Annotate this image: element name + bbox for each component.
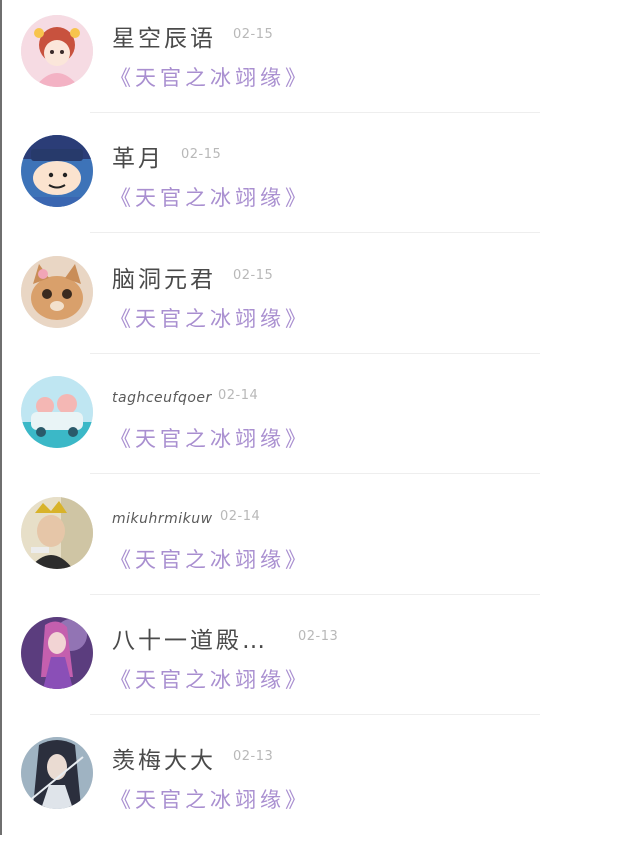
comment-list: 星空辰语 02-15 《天官之冰翊缘》 革月 02-15 《天官之冰翊缘》 脑洞… xyxy=(0,0,640,835)
divider xyxy=(90,232,540,233)
list-item[interactable]: 八十一道殿… 02-13 《天官之冰翊缘》 xyxy=(0,602,640,722)
user-name[interactable]: 脑洞元君 xyxy=(112,260,216,294)
user-name[interactable]: 革月 xyxy=(112,139,164,173)
book-title-link[interactable]: 《天官之冰翊缘》 xyxy=(110,303,310,333)
anime-girl-purple-avatar-icon[interactable] xyxy=(21,617,93,689)
book-title-link[interactable]: 《天官之冰翊缘》 xyxy=(110,544,310,574)
list-item[interactable]: 脑洞元君 02-15 《天官之冰翊缘》 xyxy=(0,241,640,361)
ancient-swordsman-avatar-icon[interactable] xyxy=(21,737,93,809)
user-name[interactable]: 羡梅大大 xyxy=(112,741,216,775)
divider xyxy=(90,714,540,715)
divider xyxy=(90,594,540,595)
comment-date: 02-15 xyxy=(181,147,222,162)
list-item[interactable]: mikuhrmikuw 02-14 《天官之冰翊缘》 xyxy=(0,482,640,602)
divider xyxy=(90,473,540,474)
comment-date: 02-15 xyxy=(233,268,274,283)
cartoon-boy-police-avatar-icon[interactable] xyxy=(21,135,93,207)
book-title-link[interactable]: 《天官之冰翊缘》 xyxy=(110,182,310,212)
cat-avatar-icon[interactable] xyxy=(21,256,93,328)
book-title-link[interactable]: 《天官之冰翊缘》 xyxy=(110,62,310,92)
cartoon-car-avatar-icon[interactable] xyxy=(21,376,93,448)
comment-date: 02-13 xyxy=(298,629,339,644)
child-crown-avatar-icon[interactable] xyxy=(21,497,93,569)
book-title-link[interactable]: 《天官之冰翊缘》 xyxy=(110,784,310,814)
book-title-link[interactable]: 《天官之冰翊缘》 xyxy=(110,664,310,694)
user-name[interactable]: taghceufqoer xyxy=(112,390,212,406)
list-item[interactable]: 革月 02-15 《天官之冰翊缘》 xyxy=(0,120,640,240)
comment-date: 02-13 xyxy=(233,749,274,764)
list-item[interactable]: taghceufqoer 02-14 《天官之冰翊缘》 xyxy=(0,361,640,481)
comment-date: 02-14 xyxy=(218,388,259,403)
book-title-link[interactable]: 《天官之冰翊缘》 xyxy=(110,423,310,453)
list-item[interactable]: 羡梅大大 02-13 《天官之冰翊缘》 xyxy=(0,722,640,842)
divider xyxy=(90,112,540,113)
girl-doll-avatar-icon[interactable] xyxy=(21,15,93,87)
divider xyxy=(90,353,540,354)
comment-date: 02-14 xyxy=(220,509,261,524)
user-name[interactable]: 八十一道殿… xyxy=(112,621,268,655)
list-item[interactable]: 星空辰语 02-15 《天官之冰翊缘》 xyxy=(0,0,640,120)
comment-date: 02-15 xyxy=(233,27,274,42)
user-name[interactable]: mikuhrmikuw xyxy=(112,511,213,527)
user-name[interactable]: 星空辰语 xyxy=(112,19,216,53)
